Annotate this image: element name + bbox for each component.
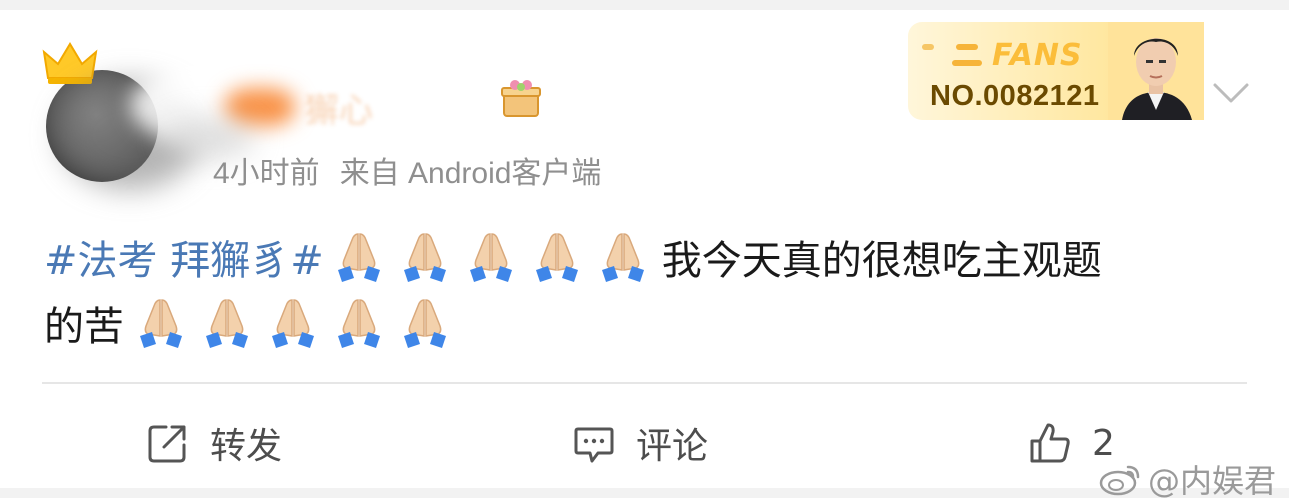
post-meta: 4小时前 来自 Android客户端: [213, 148, 601, 192]
folded-hands-emoji: [206, 299, 248, 348]
celebrity-photo: [1108, 22, 1204, 120]
username-obscured[interactable]: 獬心: [305, 83, 373, 132]
folded-hands-emoji: [535, 233, 578, 282]
share-icon: [148, 425, 186, 463]
emoji-group-1: [332, 233, 662, 284]
comment-button[interactable]: 评论: [572, 415, 708, 471]
privacy-blur: [225, 88, 295, 126]
folded-hands-emoji: [272, 299, 314, 348]
chevron-down-icon[interactable]: [1212, 80, 1250, 106]
folded-hands-emoji: [337, 233, 380, 282]
post-content: #法考 拜獬豸# 我今天真的很想吃主观题 的苦: [44, 228, 1244, 360]
divider: [42, 382, 1247, 384]
fans-word: FANS: [992, 38, 1083, 73]
emoji-group-2: [134, 299, 464, 350]
fans-dash: [922, 44, 934, 50]
folded-hands-emoji: [469, 233, 512, 282]
weibo-logo-icon: [1099, 465, 1140, 496]
post-text-line1: 我今天真的很想吃主观题: [661, 238, 1102, 284]
comment-icon: [574, 427, 614, 463]
crown-icon: [42, 42, 98, 84]
comment-label: 评论: [636, 426, 709, 467]
topic-link[interactable]: #法考 拜獬豸#: [44, 238, 324, 284]
folded-hands-emoji: [403, 233, 446, 282]
fans-number: NO.0082121: [930, 80, 1100, 112]
gift-badge-icon[interactable]: [500, 78, 542, 118]
weibo-post-card: 獬心 4小时前 来自 Android客户端 FANS NO.0082121 #法…: [0, 10, 1289, 498]
fans-dash: [952, 60, 982, 66]
thumbs-up-icon: [1030, 423, 1070, 463]
watermark-text: @内娱君: [1148, 462, 1277, 498]
folded-hands-emoji: [140, 299, 182, 348]
folded-hands-emoji: [404, 299, 446, 348]
post-text-line2: 的苦: [44, 304, 124, 350]
fans-dash: [956, 44, 978, 50]
post-source: 来自 Android客户端: [339, 157, 602, 190]
folded-hands-emoji: [338, 299, 380, 348]
post-time: 4小时前: [213, 157, 320, 190]
repost-button[interactable]: 转发: [146, 415, 282, 471]
repost-label: 转发: [210, 426, 283, 467]
folded-hands-emoji: [601, 233, 644, 282]
fans-badge[interactable]: FANS NO.0082121: [908, 22, 1204, 120]
watermark: @内娱君: [1098, 456, 1276, 498]
